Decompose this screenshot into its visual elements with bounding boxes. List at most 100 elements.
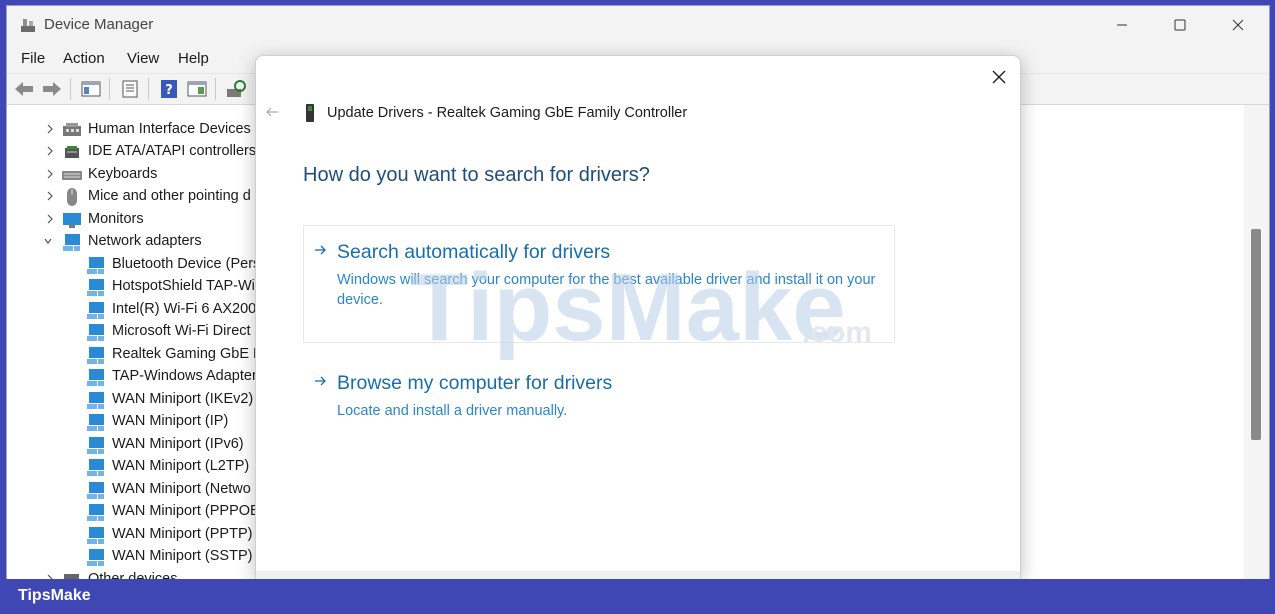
tree-item-label: IDE ATA/ATAPI controllers [88, 143, 257, 159]
chevron-right-icon[interactable] [45, 144, 55, 158]
network-icon [87, 414, 104, 431]
show-hide-console-tree-icon[interactable] [80, 79, 102, 99]
tree-item-label: Human Interface Devices [88, 121, 251, 137]
tree-item-label: WAN Miniport (PPPOE [112, 503, 257, 519]
help-icon[interactable]: ? [158, 79, 180, 99]
network-icon [87, 459, 104, 476]
window-title: Device Manager [44, 16, 154, 33]
tree-item-label: WAN Miniport (PPTP) [112, 526, 253, 542]
watermark-text: TipsMake [410, 254, 846, 360]
maximize-button[interactable] [1165, 14, 1195, 36]
tree-item[interactable]: WAN Miniport (PPTP) [7, 524, 257, 546]
brand-text: TipsMake [18, 587, 91, 604]
watermark-logo: TipsMake .com [410, 254, 870, 360]
tree-item-label: WAN Miniport (IP) [112, 413, 229, 429]
arrow-right-icon [315, 376, 326, 386]
tree-item-label: Monitors [88, 211, 144, 227]
tree-item-label: Realtek Gaming GbE F [112, 346, 257, 362]
tree-item[interactable]: Monitors [7, 209, 257, 231]
back-arrow-icon[interactable] [264, 104, 280, 120]
option-title: Browse my computer for drivers [337, 372, 613, 394]
tree-item-label: Mice and other pointing d [88, 188, 251, 204]
tree-item-label: Other devices [88, 571, 178, 579]
tree-item[interactable]: WAN Miniport (IKEv2) [7, 389, 257, 411]
title-bar[interactable]: Device Manager [7, 6, 1269, 44]
toolbar-divider [148, 78, 149, 100]
tree-item-label: WAN Miniport (IPv6) [112, 436, 244, 452]
tree-item-label: WAN Miniport (Netwo [112, 481, 251, 497]
tree-item[interactable]: TAP-Windows Adapter [7, 366, 257, 388]
tree-item-label: Network adapters [88, 233, 202, 249]
tree-item[interactable]: WAN Miniport (IP) [7, 411, 257, 433]
chevron-down-icon[interactable] [43, 234, 53, 248]
tree-item[interactable]: WAN Miniport (Netwo [7, 479, 257, 501]
option-description: Locate and install a driver manually. [337, 403, 568, 419]
dialog-heading: How do you want to search for drivers? [303, 164, 650, 186]
menu-action[interactable]: Action [63, 50, 105, 67]
tree-item-label: WAN Miniport (IKEv2) [112, 391, 254, 407]
menu-view[interactable]: View [127, 50, 159, 67]
tree-item[interactable]: WAN Miniport (IPv6) [7, 434, 257, 456]
chevron-right-icon[interactable] [45, 189, 55, 203]
menu-help[interactable]: Help [178, 50, 209, 67]
brand-bar: TipsMake [0, 579, 1275, 614]
chevron-right-icon[interactable] [45, 122, 55, 136]
chevron-right-icon[interactable] [45, 212, 55, 226]
tree-item-label: HotspotShield TAP-Wi [112, 278, 255, 294]
network-card-icon [306, 104, 314, 122]
scan-hardware-icon[interactable] [225, 79, 247, 99]
network-icon [87, 527, 104, 544]
tree-item-label: Microsoft Wi-Fi Direct [112, 323, 251, 339]
network-icon [87, 347, 104, 364]
close-window-button[interactable] [1223, 14, 1253, 36]
tree-item[interactable]: Bluetooth Device (Pers [7, 254, 257, 276]
menu-file[interactable]: File [21, 50, 45, 67]
scrollbar-thumb[interactable] [1251, 229, 1261, 440]
properties-icon[interactable] [119, 79, 141, 99]
tree-item[interactable]: IDE ATA/ATAPI controllers [7, 141, 257, 163]
tree-item[interactable]: Intel(R) Wi-Fi 6 AX200 [7, 299, 257, 321]
chevron-right-icon[interactable] [45, 572, 55, 579]
tree-item-label: Keyboards [88, 166, 158, 182]
tree-item[interactable]: Network adapters [7, 231, 257, 253]
tree-item[interactable]: HotspotShield TAP-Wi [7, 276, 257, 298]
network-icon [87, 324, 104, 341]
mouse-icon [67, 188, 77, 206]
tree-item-label: WAN Miniport (SSTP) [112, 548, 253, 564]
action-pane-icon[interactable] [186, 79, 208, 99]
network-icon [87, 549, 104, 566]
tree-item[interactable]: Microsoft Wi-Fi Direct [7, 321, 257, 343]
hid-icon [63, 123, 81, 136]
back-arrow-icon[interactable] [13, 79, 35, 99]
chevron-right-icon[interactable] [45, 167, 55, 181]
tree-item[interactable]: Keyboards [7, 164, 257, 186]
tree-item[interactable]: WAN Miniport (SSTP) [7, 546, 257, 568]
network-icon [87, 369, 104, 386]
network-icon [87, 437, 104, 454]
tree-item-label: Intel(R) Wi-Fi 6 AX200 [112, 301, 257, 317]
network-icon [87, 392, 104, 409]
network-icon [63, 234, 80, 251]
tree-item[interactable]: Mice and other pointing d [7, 186, 257, 208]
other-devices-icon [64, 574, 79, 579]
browse-computer-option[interactable]: Browse my computer for drivers Locate an… [303, 356, 895, 438]
dialog-title: Update Drivers - Realtek Gaming GbE Fami… [327, 105, 688, 121]
tree-item[interactable]: WAN Miniport (PPPOE [7, 501, 257, 523]
monitor-icon [63, 213, 81, 228]
tree-item-label: Bluetooth Device (Pers [112, 256, 257, 272]
tree-item[interactable]: Realtek Gaming GbE F [7, 344, 257, 366]
device-tree: Human Interface Devices IDE ATA/ATAPI co… [7, 105, 257, 579]
device-manager-icon [21, 19, 35, 32]
ide-icon [65, 146, 79, 158]
tree-item[interactable]: WAN Miniport (L2TP) [7, 456, 257, 478]
tree-item[interactable]: Human Interface Devices [7, 119, 257, 141]
network-icon [87, 504, 104, 521]
tree-item-label: TAP-Windows Adapter [112, 368, 257, 384]
dialog-footer [256, 571, 1020, 579]
forward-arrow-icon[interactable] [41, 79, 63, 99]
minimize-button[interactable] [1107, 14, 1137, 36]
network-icon [87, 279, 104, 296]
tree-item[interactable]: Other devices [7, 569, 257, 579]
network-icon [87, 482, 104, 499]
close-dialog-button[interactable] [989, 67, 1009, 87]
